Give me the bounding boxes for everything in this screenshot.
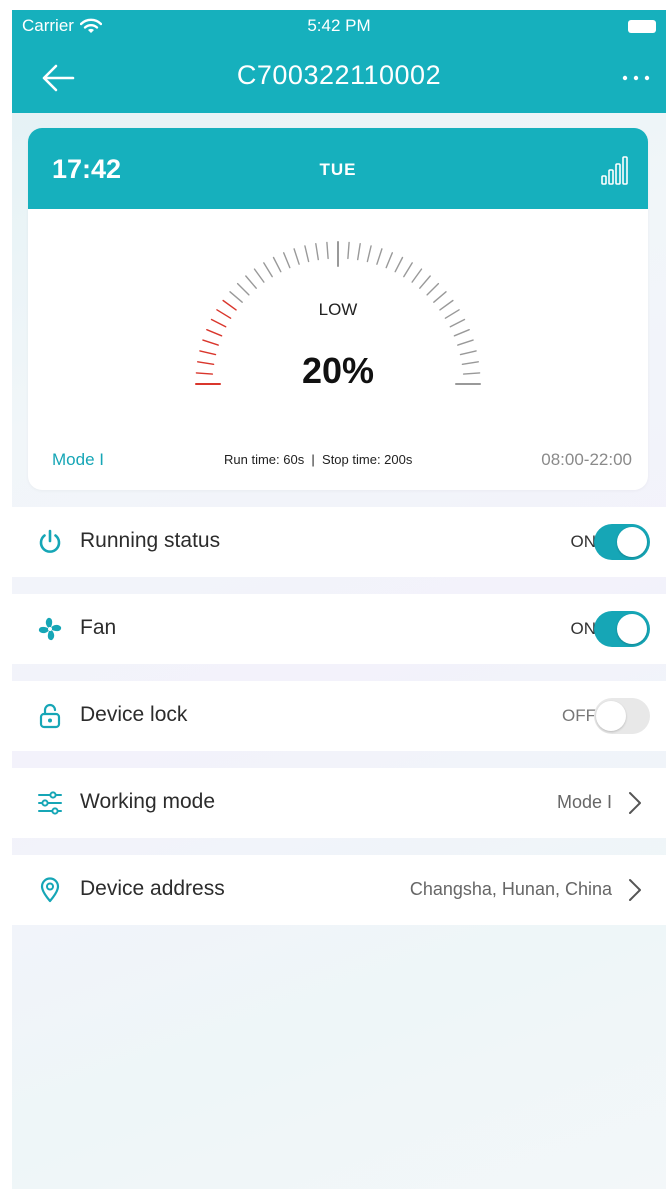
- running-status-state: ON: [570, 532, 597, 551]
- chevron-right-icon: [629, 792, 641, 814]
- mode-link[interactable]: Mode I: [52, 450, 104, 470]
- gauge-tick: [356, 243, 361, 261]
- fan-label: Fan: [80, 616, 117, 639]
- gauge-tick: [366, 245, 372, 263]
- gauge-tick: [282, 252, 291, 269]
- running-status-row: Running status ON: [12, 507, 666, 577]
- card-footer: Mode I Run time: 60s | Stop time: 200s 0…: [28, 448, 648, 474]
- schedule-time: 08:00-22:00: [541, 450, 632, 469]
- gauge-tick: [347, 241, 350, 260]
- device-status-card: 17:42 TUE LOW 20% Mode I Run time: 60s |…: [28, 128, 648, 490]
- fan-icon: [38, 617, 62, 641]
- gauge-tick: [293, 248, 300, 265]
- more-horizontal-icon[interactable]: [616, 66, 656, 90]
- gauge-tick: [210, 318, 227, 328]
- power-icon: [39, 529, 61, 553]
- gauge-tick: [263, 262, 273, 278]
- device-lock-row: Device lock OFF: [12, 681, 666, 751]
- gauge-tick: [385, 252, 394, 269]
- card-header: 17:42 TUE: [28, 128, 648, 209]
- gauge-tick: [315, 243, 320, 261]
- device-address-value: Changsha, Hunan, China: [409, 879, 612, 899]
- toggle-knob: [596, 701, 626, 731]
- working-mode-label: Working mode: [80, 790, 216, 813]
- gauge-tick: [304, 245, 310, 263]
- app-screen: Carrier 5:42 PM C700322110002 17:42 TUE: [12, 10, 666, 1189]
- device-lock-state: OFF: [562, 706, 596, 725]
- gauge-tick: [326, 241, 329, 260]
- gauge-tick: [202, 339, 219, 346]
- toggle-knob: [617, 527, 647, 557]
- location-pin-icon: [40, 877, 60, 903]
- working-mode-value: Mode I: [556, 792, 612, 812]
- status-bar: Carrier 5:42 PM: [12, 10, 666, 44]
- gauge-tick: [245, 275, 257, 289]
- device-day: TUE: [319, 160, 357, 179]
- gauge-tick: [236, 282, 250, 296]
- gauge-tick: [394, 256, 404, 273]
- device-address-row[interactable]: Device address Changsha, Hunan, China: [12, 855, 666, 925]
- status-clock: 5:42 PM: [307, 16, 371, 35]
- running-status-toggle[interactable]: [594, 524, 650, 560]
- sliders-icon: [38, 791, 62, 815]
- working-mode-row[interactable]: Working mode Mode I: [12, 768, 666, 838]
- device-lock-label: Device lock: [80, 703, 188, 726]
- chevron-right-icon: [629, 879, 641, 901]
- battery-icon: [628, 20, 656, 33]
- device-lock-toggle[interactable]: [594, 698, 650, 734]
- gauge-tick: [426, 282, 440, 296]
- gauge-tick: [206, 328, 223, 337]
- gauge-mode-label: LOW: [318, 300, 358, 319]
- gauge-tick: [403, 262, 413, 278]
- lock-icon: [39, 703, 61, 729]
- device-address-label: Device address: [80, 877, 225, 900]
- gauge-tick: [419, 275, 431, 289]
- gauge-tick: [272, 256, 282, 273]
- app-header: Carrier 5:42 PM C700322110002: [12, 10, 666, 113]
- gauge-tick: [253, 268, 265, 283]
- gauge-tick: [453, 328, 470, 337]
- gauge-value-label: 20%: [301, 350, 375, 391]
- page-title: C700322110002: [236, 60, 442, 90]
- signal-bars-icon: [601, 156, 628, 185]
- gauge-tick: [376, 248, 383, 265]
- gauge-tick: [449, 318, 466, 328]
- run-stop-time: Run time: 60s | Stop time: 200s: [224, 452, 413, 467]
- fan-toggle[interactable]: [594, 611, 650, 647]
- gauge-tick: [457, 339, 474, 346]
- fan-state: ON: [570, 619, 597, 638]
- fan-row: Fan ON: [12, 594, 666, 664]
- running-status-label: Running status: [80, 529, 221, 552]
- gauge-tick: [411, 268, 423, 283]
- toggle-knob: [617, 614, 647, 644]
